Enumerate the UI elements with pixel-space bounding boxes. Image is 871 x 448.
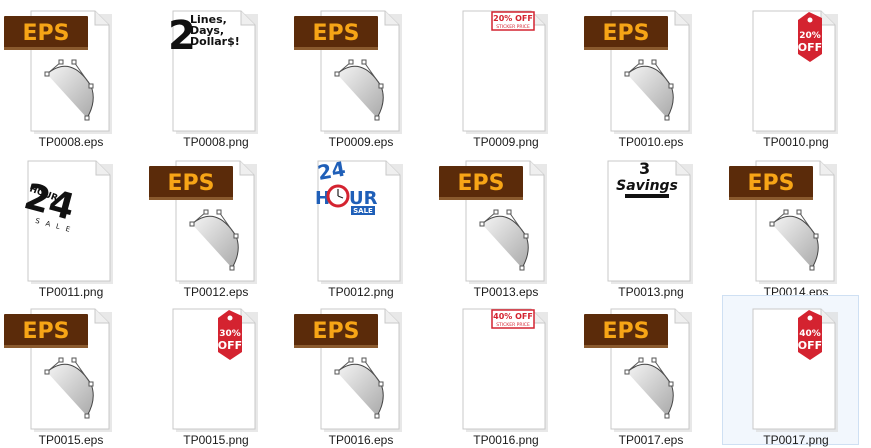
png-thumbnail: 30% OFF (146, 304, 286, 434)
tag-30-art: 30%OFF (218, 310, 242, 360)
file-item-tp0008-eps[interactable]: EPS TP0008.eps (0, 5, 140, 155)
eps-badge: EPS (584, 16, 668, 50)
file-name-label: TP0009.png (473, 135, 539, 149)
file-item-tp0014-eps[interactable]: EPS TP0014.eps (725, 155, 865, 305)
eps-badge: EPS (4, 314, 88, 348)
file-name-label: TP0015.png (183, 433, 249, 447)
eps-badge: EPS (584, 314, 668, 348)
file-name-label: TP0010.eps (618, 135, 684, 149)
file-item-tp0012-png[interactable]: 24 H UR SALE TP0012.png (290, 155, 430, 305)
eps-badge: EPS (439, 166, 523, 200)
png-thumbnail: 40% OFF STICKER PRICE (436, 304, 576, 434)
file-item-tp0010-eps[interactable]: EPS TP0010.eps (580, 5, 720, 155)
file-name-label: TP0012.eps (183, 285, 249, 299)
file-item-tp0013-eps[interactable]: EPS TP0013.eps (435, 155, 575, 305)
file-item-tp0015-png[interactable]: 30% OFF TP0015.png (145, 303, 285, 448)
sticker-20-art: 20% OFFSTICKER PRICE (491, 11, 535, 31)
svg-text:UR: UR (349, 188, 378, 209)
eps-file-icon: EPS (146, 156, 286, 286)
svg-text:40% OFF: 40% OFF (493, 312, 533, 321)
svg-text:EPS: EPS (748, 171, 795, 196)
file-item-tp0011-png[interactable]: HOUR 24 SALE TP0011.png (0, 155, 140, 305)
eps-file-icon: EPS (436, 156, 576, 286)
eps-file-icon: EPS (581, 6, 721, 136)
svg-text:OFF: OFF (798, 339, 822, 352)
file-item-tp0016-eps[interactable]: EPS TP0016.eps (290, 303, 430, 448)
eps-file-icon: EPS (726, 156, 866, 286)
eps-badge: EPS (149, 166, 233, 200)
svg-text:STICKER PRICE: STICKER PRICE (496, 322, 530, 328)
png-thumbnail: 24 H UR SALE (291, 156, 431, 286)
file-name-label: TP0013.png (618, 285, 684, 299)
file-item-tp0010-png[interactable]: 20% OFF TP0010.png (725, 5, 865, 155)
svg-text:Savings: Savings (616, 178, 678, 194)
svg-text:3: 3 (639, 159, 650, 178)
svg-text:EPS: EPS (603, 319, 650, 344)
file-name-label: TP0008.png (183, 135, 249, 149)
file-item-tp0009-png[interactable]: 20% OFF STICKER PRICE TP0009.png (435, 5, 575, 155)
eps-badge: EPS (294, 16, 378, 50)
eps-file-icon: EPS (581, 304, 721, 434)
file-name-label: TP0015.eps (38, 433, 104, 447)
file-name-label: TP0008.eps (38, 135, 104, 149)
svg-text:30%: 30% (219, 329, 241, 339)
svg-text:EPS: EPS (168, 171, 215, 196)
file-item-tp0015-eps[interactable]: EPS TP0015.eps (0, 303, 140, 448)
png-thumbnail: 2 Lines, Days, Dollar$! (146, 6, 286, 136)
file-item-tp0017-png[interactable]: 40% OFF TP0017.png (722, 295, 859, 447)
tag-40-art: 40%OFF (798, 310, 822, 360)
file-name-label: TP0017.png (763, 433, 829, 447)
file-name-label: TP0016.eps (328, 433, 394, 447)
svg-text:EPS: EPS (23, 21, 70, 46)
svg-text:24: 24 (316, 156, 348, 184)
file-item-tp0008-png[interactable]: 2 Lines, Days, Dollar$! TP0008.png (145, 5, 285, 155)
eps-badge: EPS (729, 166, 813, 200)
file-name-label: TP0017.eps (618, 433, 684, 447)
svg-text:EPS: EPS (313, 319, 360, 344)
png-thumbnail: 40% OFF (726, 304, 866, 434)
svg-text:EPS: EPS (458, 171, 505, 196)
file-item-tp0017-eps[interactable]: EPS TP0017.eps (580, 303, 720, 448)
eps-file-icon: EPS (291, 304, 431, 434)
file-item-tp0009-eps[interactable]: EPS TP0009.eps (290, 5, 430, 155)
png-thumbnail: 20% OFF (726, 6, 866, 136)
svg-text:20%: 20% (799, 31, 821, 41)
eps-file-icon: EPS (291, 6, 431, 136)
svg-text:OFF: OFF (218, 339, 242, 352)
file-item-tp0012-eps[interactable]: EPS TP0012.eps (145, 155, 285, 305)
eps-file-icon: EPS (1, 304, 141, 434)
file-name-label: TP0016.png (473, 433, 539, 447)
file-item-tp0016-png[interactable]: 40% OFF STICKER PRICE TP0016.png (435, 303, 575, 448)
file-grid: EPS TP0008.eps 2 Lines, Days, Dollar$! TP0008.… (0, 0, 871, 448)
eps-badge: EPS (294, 314, 378, 348)
svg-text:20% OFF: 20% OFF (493, 14, 533, 23)
eps-badge: EPS (4, 16, 88, 50)
png-thumbnail: 20% OFF STICKER PRICE (436, 6, 576, 136)
png-thumbnail: HOUR 24 SALE (1, 156, 141, 286)
svg-text:Dollar$!: Dollar$! (190, 35, 240, 48)
svg-text:SALE: SALE (353, 207, 373, 215)
svg-text:EPS: EPS (23, 319, 70, 344)
file-name-label: TP0010.png (763, 135, 829, 149)
svg-text:EPS: EPS (603, 21, 650, 46)
eps-file-icon: EPS (1, 6, 141, 136)
file-name-label: TP0013.eps (473, 285, 539, 299)
tag-20-art: 20%OFF (798, 12, 822, 62)
file-name-label: TP0009.eps (328, 135, 394, 149)
sticker-40-art: 40% OFFSTICKER PRICE (491, 309, 535, 329)
file-name-label: TP0011.png (38, 285, 104, 299)
file-name-label: TP0012.png (328, 285, 394, 299)
svg-text:EPS: EPS (313, 21, 360, 46)
svg-text:STICKER PRICE: STICKER PRICE (496, 24, 530, 30)
svg-text:OFF: OFF (798, 41, 822, 54)
file-item-tp0013-png[interactable]: 3 Savings TP0013.png (580, 155, 720, 305)
svg-text:40%: 40% (799, 329, 821, 339)
png-thumbnail: 3 Savings (581, 156, 721, 286)
